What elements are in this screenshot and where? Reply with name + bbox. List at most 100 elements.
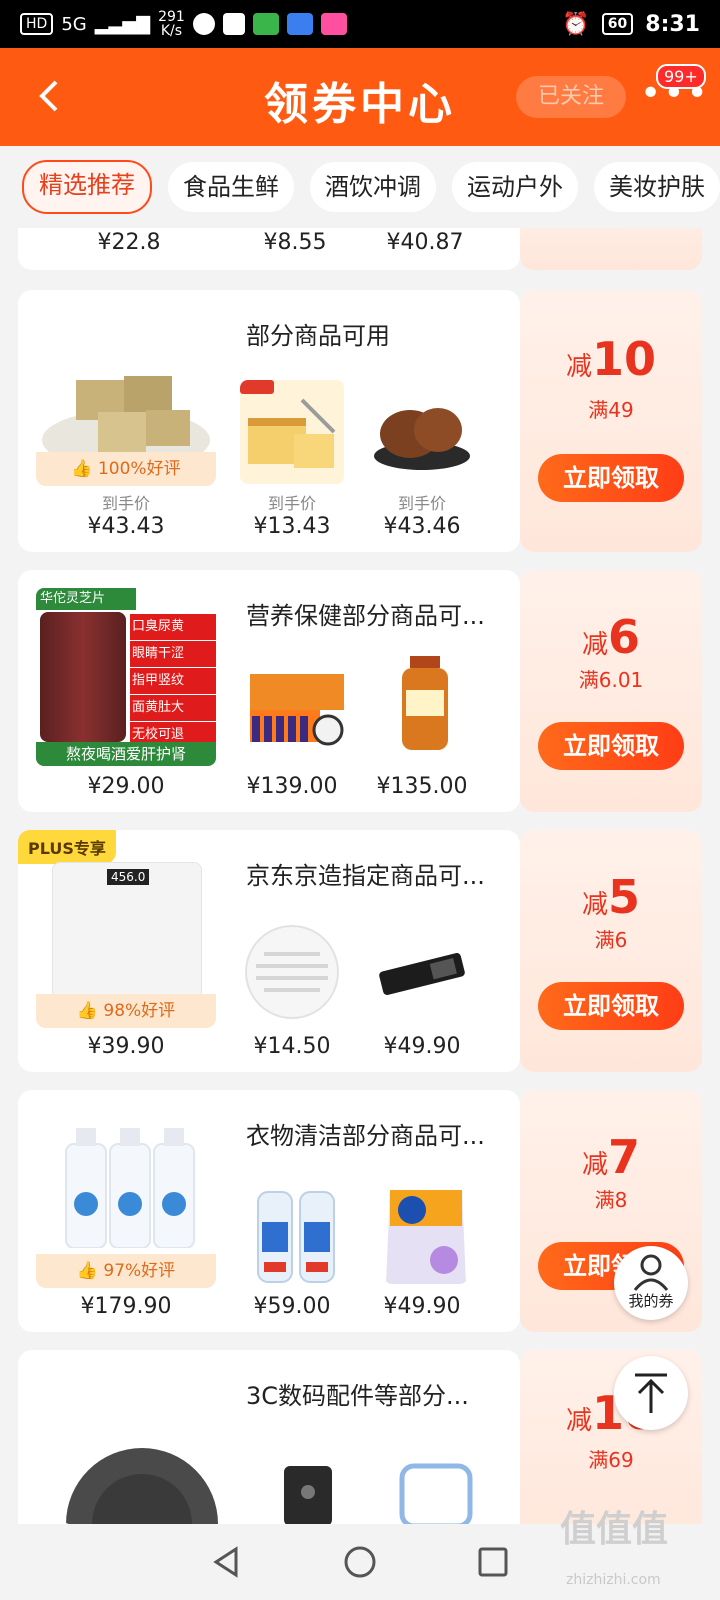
signal-label: 5G xyxy=(61,13,87,35)
claim-button[interactable]: 立即领取 xyxy=(538,982,684,1030)
my-coupons-button[interactable]: 我的券 xyxy=(614,1246,688,1320)
product-image-case[interactable] xyxy=(394,1458,478,1524)
coupon-amount: 减6 xyxy=(581,610,641,664)
coupon-amount: 减7 xyxy=(581,1130,641,1184)
final-price-label: 到手价 xyxy=(397,494,446,513)
recents-icon[interactable] xyxy=(476,1545,510,1579)
coupon-threshold: 满69 xyxy=(588,1448,634,1472)
product-price: ¥139.00 xyxy=(246,774,338,799)
ad-line: 面黄肚大 xyxy=(130,695,216,721)
final-price-label: 到手价 xyxy=(101,494,150,513)
coupon-card[interactable]: 👍 97%好评 衣物清洁部分商品可... ¥179.90 ¥59.00 ¥49.… xyxy=(18,1090,520,1332)
product-image-detergent[interactable] xyxy=(248,1182,344,1284)
product-price: ¥14.50 xyxy=(253,1034,331,1059)
coupon-card[interactable]: 华佗灵芝片 口臭尿黄 眼睛干涩 指甲竖纹 面黄肚大 无校可退 熬夜喝酒爱肝护肾 … xyxy=(18,570,520,812)
coupon-scope: 3C数码配件等部分... xyxy=(246,1382,469,1410)
product-image-lingzhi[interactable]: 华佗灵芝片 口臭尿黄 眼睛干涩 指甲竖纹 面黄肚大 无校可退 熬夜喝酒爱肝护肾 xyxy=(36,588,216,766)
app-icon xyxy=(252,13,279,35)
product-price: ¥135.00 xyxy=(376,774,468,799)
watermark-url: zhizhizhi.com xyxy=(566,1572,661,1588)
app-header: 领券中心 已关注 ••• 99+ xyxy=(0,48,720,146)
product-price: ¥43.43 xyxy=(87,514,165,539)
coupon-card-partial[interactable]: ¥22.8 ¥8.55 ¥40.87 xyxy=(18,228,520,270)
coupon-threshold: 满8 xyxy=(594,1188,628,1212)
alarm-icon: ⏰ xyxy=(562,11,590,37)
coupon-card[interactable]: 👍 100%好评 部分商品可用 到手价 到手价 到手价 ¥43.43 ¥13.4… xyxy=(18,290,520,552)
clock: 8:31 xyxy=(645,11,700,37)
alipay-icon xyxy=(222,13,245,35)
status-bar: HD 5G ▂▃▅▇ 291 K/s ⏰ 60 8:31 xyxy=(0,0,720,48)
ad-line: 指甲竖纹 xyxy=(130,668,216,694)
product-price: ¥22.8 xyxy=(97,230,161,255)
coupon-threshold: 满6.01 xyxy=(578,668,644,692)
tab-featured[interactable]: 精选推荐 xyxy=(22,160,152,214)
product-image-cake[interactable] xyxy=(240,380,344,484)
coupon-scope: 衣物清洁部分商品可... xyxy=(246,1122,485,1150)
product-price: ¥29.00 xyxy=(87,774,165,799)
hd-icon: HD xyxy=(20,13,54,35)
claim-button[interactable]: 立即领取 xyxy=(538,454,684,502)
tab-food[interactable]: 食品生鲜 xyxy=(168,162,294,212)
rating-badge: 👍 98%好评 xyxy=(36,994,216,1028)
product-image-pastry[interactable] xyxy=(370,386,474,480)
scale-display: 456.0 xyxy=(107,869,150,885)
arrow-up-icon xyxy=(635,1373,667,1413)
product-image-tide-bag[interactable] xyxy=(384,1180,468,1284)
coupon-panel: 减5 满6 立即领取 xyxy=(520,830,702,1072)
claim-button[interactable]: 立即领取 xyxy=(538,722,684,770)
product-price: ¥49.90 xyxy=(383,1034,461,1059)
back-to-top-button[interactable] xyxy=(614,1356,688,1430)
category-tabs: 精选推荐 食品生鲜 酒饮冲调 运动户外 美妆护肤 xyxy=(0,146,720,228)
ad-bottom-line: 熬夜喝酒爱肝护肾 xyxy=(36,742,216,766)
product-image-velcro-tape[interactable] xyxy=(62,1414,232,1524)
my-coupons-label: 我的券 xyxy=(628,1292,674,1310)
final-price-label: 到手价 xyxy=(267,494,316,513)
coupon-scope: 京东京造指定商品可... xyxy=(246,862,485,890)
tab-beauty[interactable]: 美妆护肤 xyxy=(594,162,720,212)
app-icon xyxy=(286,13,313,35)
product-price: ¥179.90 xyxy=(80,1294,172,1319)
product-image-scale[interactable]: 456.0 xyxy=(52,862,202,1000)
product-image-usb-drive[interactable] xyxy=(374,946,470,1002)
coupon-scope: 营养保健部分商品可... xyxy=(246,602,485,630)
coupon-card[interactable]: PLUS专享 456.0 👍 98%好评 京东京造指定商品可... ¥39.90… xyxy=(18,830,520,1072)
watermark-logo: 值值值 xyxy=(560,1509,669,1550)
tab-drinks[interactable]: 酒饮冲调 xyxy=(310,162,436,212)
coupon-threshold: 满6 xyxy=(594,928,628,952)
coupon-panel-partial xyxy=(520,228,702,270)
coupon-panel: 减10 满49 立即领取 xyxy=(520,290,702,552)
tab-sports[interactable]: 运动户外 xyxy=(452,162,578,212)
rating-badge: 👍 97%好评 xyxy=(36,1254,216,1288)
follow-button[interactable]: 已关注 xyxy=(516,76,626,118)
product-price: ¥59.00 xyxy=(253,1294,331,1319)
product-price: ¥40.87 xyxy=(386,230,464,255)
notification-badge: 99+ xyxy=(656,64,706,89)
product-price: ¥39.90 xyxy=(87,1034,165,1059)
battery-icon: 60 xyxy=(601,13,634,35)
product-price: ¥13.43 xyxy=(253,514,331,539)
back-icon[interactable] xyxy=(210,1545,244,1579)
app-icon xyxy=(320,13,347,35)
product-price: ¥43.46 xyxy=(383,514,461,539)
pill-bottles xyxy=(40,612,126,742)
product-image-giftbox[interactable] xyxy=(244,666,348,750)
coupon-card[interactable]: 3C数码配件等部分... xyxy=(18,1350,520,1524)
coupon-amount: 减5 xyxy=(581,870,641,924)
product-image-honey[interactable] xyxy=(398,656,452,752)
ad-brand: 华佗灵芝片 xyxy=(36,588,136,610)
network-speed: 291 K/s xyxy=(158,9,185,39)
coupon-amount: 减10 xyxy=(565,332,657,386)
signal-icon: ▂▃▅▇ xyxy=(94,13,151,35)
home-icon[interactable] xyxy=(343,1545,377,1579)
product-image-charger[interactable] xyxy=(268,1456,348,1524)
coupon-panel: 减6 满6.01 立即领取 xyxy=(520,570,702,812)
coupon-scope: 部分商品可用 xyxy=(246,322,390,350)
product-image-cleaner-bottles[interactable] xyxy=(36,1128,216,1248)
wechat-icon xyxy=(192,13,215,35)
coupon-list: ¥22.8 ¥8.55 ¥40.87 👍 100%好评 部分商品可用 到手价 到… xyxy=(0,228,720,1524)
product-image-deodorizer[interactable] xyxy=(240,924,344,1020)
user-icon xyxy=(633,1254,669,1291)
product-price: ¥49.90 xyxy=(383,1294,461,1319)
rating-badge: 👍 100%好评 xyxy=(36,452,216,486)
plus-badge: PLUS专享 xyxy=(18,830,116,864)
